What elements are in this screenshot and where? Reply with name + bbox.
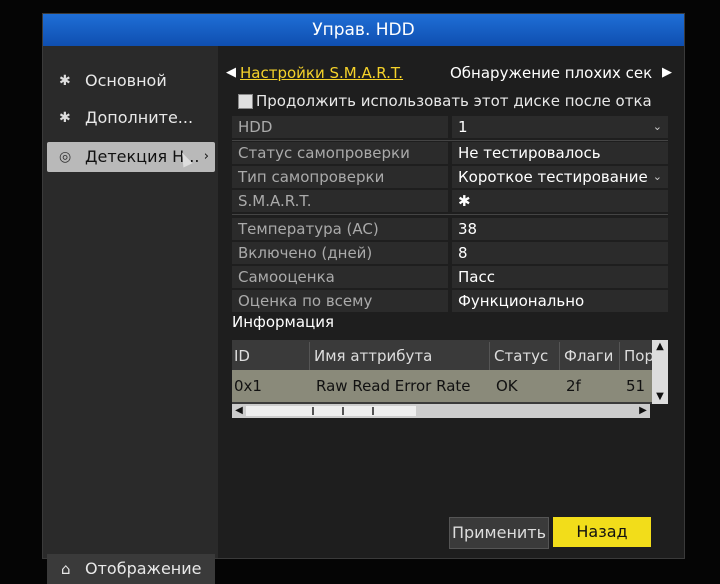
scroll-grip	[372, 407, 374, 415]
scroll-left-icon[interactable]: ◀	[232, 404, 246, 418]
table-cell: 51	[626, 377, 646, 395]
field-label: Температура (AC)	[232, 218, 448, 240]
temperature-row: Температура (AC) 38	[232, 218, 668, 240]
overall-evaluation-row: Оценка по всему Функционально	[232, 290, 668, 312]
field-label: Тип самопроверки	[232, 166, 448, 188]
power-on-days-row: Включено (дней) 8	[232, 242, 668, 264]
smart-row: S.M.A.R.T. ✱	[232, 190, 668, 212]
sidebar-item-label: Дополните...	[85, 108, 194, 127]
horizontal-scrollbar[interactable]: ◀ ▶	[232, 404, 650, 418]
self-test-type-select[interactable]: Короткое тестирование ⌄	[452, 166, 668, 188]
chevron-down-icon: ⌄	[652, 170, 662, 183]
apply-button[interactable]: Применить	[449, 517, 549, 549]
home-icon: ⌂	[61, 560, 71, 578]
field-label: S.M.A.R.T.	[232, 190, 448, 212]
table-cell: 0x1	[234, 377, 262, 395]
scroll-up-icon[interactable]: ▲	[652, 340, 668, 354]
divider	[232, 140, 668, 141]
chevron-down-icon: ⌄	[652, 120, 662, 133]
overall-evaluation-value: Функционально	[452, 290, 668, 312]
column-header-attribute-name: Имя аттрибута	[312, 342, 490, 370]
scroll-grip	[342, 407, 344, 415]
self-evaluation-row: Самооценка Пасс	[232, 266, 668, 288]
table-cell: OK	[496, 377, 518, 395]
disk-icon: ◎	[59, 149, 72, 165]
sidebar-item-label: Основной	[85, 71, 167, 90]
column-header-status: Статус	[492, 342, 560, 370]
self-test-type-row: Тип самопроверки Короткое тестирование ⌄	[232, 166, 668, 188]
tab-bar: ◀ Настройки S.M.A.R.T. Обнаружение плохи…	[222, 60, 674, 86]
hdd-value: 1	[458, 118, 468, 136]
tab-right-arrow-icon[interactable]: ▶	[662, 60, 672, 86]
tab-bad-sector-detection[interactable]: Обнаружение плохих сек	[450, 60, 660, 86]
scroll-right-icon[interactable]: ▶	[636, 404, 650, 418]
field-label: Включено (дней)	[232, 242, 448, 264]
hdd-select[interactable]: 1 ⌄	[452, 116, 668, 138]
self-test-status-row: Статус самопроверки Не тестировалось	[232, 142, 668, 164]
gear-icon: ✱	[59, 73, 71, 89]
gear-icon: ✱	[458, 192, 471, 210]
column-header-flags: Флаги	[562, 342, 620, 370]
info-heading: Информация	[232, 313, 335, 331]
vertical-scrollbar[interactable]: ▲ ▼	[652, 340, 668, 404]
self-evaluation-value: Пасс	[452, 266, 668, 288]
continue-use-label: Продолжить использовать этот диске после…	[256, 92, 652, 110]
self-test-status-value: Не тестировалось	[452, 142, 668, 164]
tab-left-arrow-icon[interactable]: ◀	[226, 60, 236, 86]
sidebar: ✱ Основной ✱ Дополните... ◎ Детекция Н..…	[43, 46, 218, 584]
chevron-right-icon: ›	[203, 149, 209, 164]
column-header-id: ID	[232, 342, 310, 370]
field-label: Самооценка	[232, 266, 448, 288]
self-test-type-value: Короткое тестирование	[458, 168, 648, 186]
continue-use-option[interactable]: Продолжить использовать этот диске после…	[236, 90, 670, 112]
temperature-value: 38	[452, 218, 668, 240]
field-label: Статус самопроверки	[232, 142, 448, 164]
column-header-threshold: Пор	[624, 347, 652, 365]
power-on-days-value: 8	[452, 242, 668, 264]
field-label: Оценка по всему	[232, 290, 448, 312]
divider	[232, 214, 668, 215]
smart-attribute-table: ID Имя аттрибута Статус Флаги Пор 0x1 Ra…	[232, 340, 652, 404]
field-label: HDD	[232, 116, 448, 138]
hdd-row: HDD 1 ⌄	[232, 116, 668, 138]
table-row[interactable]: 0x1 Raw Read Error Rate OK 2f 51	[232, 370, 652, 402]
sidebar-item-basic[interactable]: ✱ Основной	[47, 66, 215, 96]
back-button[interactable]: Назад	[553, 517, 651, 547]
scroll-grip	[312, 407, 314, 415]
continue-use-checkbox[interactable]	[238, 94, 253, 109]
window-title: Управ. HDD	[43, 14, 684, 46]
scroll-down-icon[interactable]: ▼	[652, 390, 668, 404]
table-cell: Raw Read Error Rate	[316, 377, 471, 395]
table-cell: 2f	[566, 377, 581, 395]
sidebar-item-display[interactable]: ⌂ Отображение	[47, 554, 215, 584]
tab-smart-settings[interactable]: Настройки S.M.A.R.T.	[240, 60, 403, 86]
gear-icon: ✱	[59, 110, 71, 126]
smart-settings-button[interactable]: ✱	[452, 190, 668, 212]
sidebar-item-advanced[interactable]: ✱ Дополните...	[47, 103, 215, 133]
sidebar-item-label: Отображение	[85, 559, 202, 578]
scroll-thumb[interactable]	[246, 406, 416, 416]
